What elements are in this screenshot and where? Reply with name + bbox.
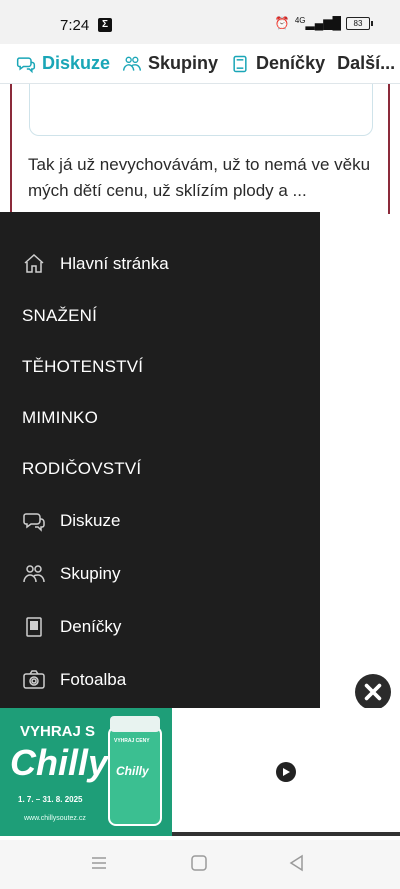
drawer-section-snazeni[interactable]: SNAŽENÍ <box>22 306 97 326</box>
drawer-section-rodicovstvi[interactable]: RODIČOVSTVÍ <box>22 459 141 479</box>
content-border-left <box>10 84 12 214</box>
bottle-label: Chilly <box>116 764 149 778</box>
back-icon[interactable] <box>288 854 306 872</box>
play-button[interactable] <box>276 762 296 782</box>
drawer-item-diskuze[interactable]: Diskuze <box>22 509 120 533</box>
home-icon <box>24 253 44 273</box>
top-nav-item-denicky[interactable]: Deníčky <box>230 53 325 74</box>
post-text: Tak já už nevychovávám, už to nemá ve vě… <box>28 155 371 200</box>
top-nav-label: Deníčky <box>256 53 326 73</box>
bottle-cap <box>110 716 160 732</box>
drawer-item-skupiny[interactable]: Skupiny <box>22 562 120 586</box>
top-nav-label: Skupiny <box>148 53 219 73</box>
book-icon <box>26 617 42 637</box>
ad-brand: Chilly <box>10 742 109 783</box>
book-icon <box>233 55 247 72</box>
content-box <box>29 84 373 136</box>
top-nav: Diskuze Skupiny Deníčky Další... <box>0 44 400 84</box>
top-nav-label: Další... <box>337 53 396 73</box>
top-nav-item-more[interactable]: Další... <box>337 53 395 74</box>
top-nav-item-skupiny[interactable]: Skupiny <box>122 53 218 74</box>
top-nav-label: Diskuze <box>42 53 111 73</box>
side-drawer: Hlavní stránka SNAŽENÍ TĚHOTENSTVÍ MIMIN… <box>0 212 320 708</box>
chat-icon <box>23 513 45 532</box>
drawer-item-fotoalba[interactable]: Fotoalba <box>22 668 126 692</box>
product-bottle-image: VYHRAJ CENY Chilly <box>108 716 162 826</box>
close-ad-button[interactable] <box>355 674 391 710</box>
drawer-item-home[interactable]: Hlavní stránka <box>22 252 169 276</box>
drawer-item-label: Fotoalba <box>60 670 127 689</box>
status-bar: 7:24 Σ ⏰ 4G▂▄▆█ 83 <box>0 0 400 44</box>
ad-banner[interactable]: VYHRAJ S Chilly 1. 7. – 31. 8. 2025 www.… <box>0 708 400 838</box>
content-border-right <box>388 84 390 214</box>
ad-url: www.chillysoutez.cz <box>24 815 86 822</box>
people-icon <box>23 565 45 583</box>
home-button-icon[interactable] <box>190 854 208 872</box>
ad-promo[interactable]: VYHRAJ S Chilly 1. 7. – 31. 8. 2025 www.… <box>0 708 172 836</box>
drawer-item-label: Diskuze <box>60 511 121 530</box>
chat-icon <box>16 56 36 73</box>
drawer-item-label: Hlavní stránka <box>60 254 169 273</box>
drawer-section-miminko[interactable]: MIMINKO <box>22 408 98 428</box>
battery-icon: 83 <box>346 16 373 30</box>
menu-icon[interactable] <box>90 854 108 872</box>
status-time: 7:24 <box>60 17 90 34</box>
bottle-top-text: VYHRAJ CENY <box>114 738 150 744</box>
drawer-section-tehotenstvi[interactable]: TĚHOTENSTVÍ <box>22 357 143 377</box>
ad-dates: 1. 7. – 31. 8. 2025 <box>18 795 83 804</box>
play-icon <box>283 768 290 776</box>
notification-icon: Σ <box>98 18 112 32</box>
signal-icon: 4G▂▄▆█ <box>294 16 341 30</box>
ad-headline: VYHRAJ S <box>20 723 96 740</box>
status-icons: ⏰ 4G▂▄▆█ 83 <box>274 16 373 30</box>
camera-icon <box>23 670 45 689</box>
people-icon <box>123 56 142 71</box>
battery-level: 83 <box>353 18 363 28</box>
close-icon <box>364 683 382 701</box>
alarm-icon: ⏰ <box>274 16 290 30</box>
drawer-item-label: Skupiny <box>60 564 121 583</box>
video-progress-bar[interactable] <box>172 832 400 836</box>
top-nav-item-diskuze[interactable]: Diskuze <box>16 53 110 74</box>
drawer-item-denicky[interactable]: Deníčky <box>22 615 121 639</box>
drawer-item-label: Deníčky <box>60 617 122 636</box>
system-nav-bar <box>0 840 400 889</box>
page-content: Tak já už nevychovávám, už to nemá ve vě… <box>0 84 400 214</box>
